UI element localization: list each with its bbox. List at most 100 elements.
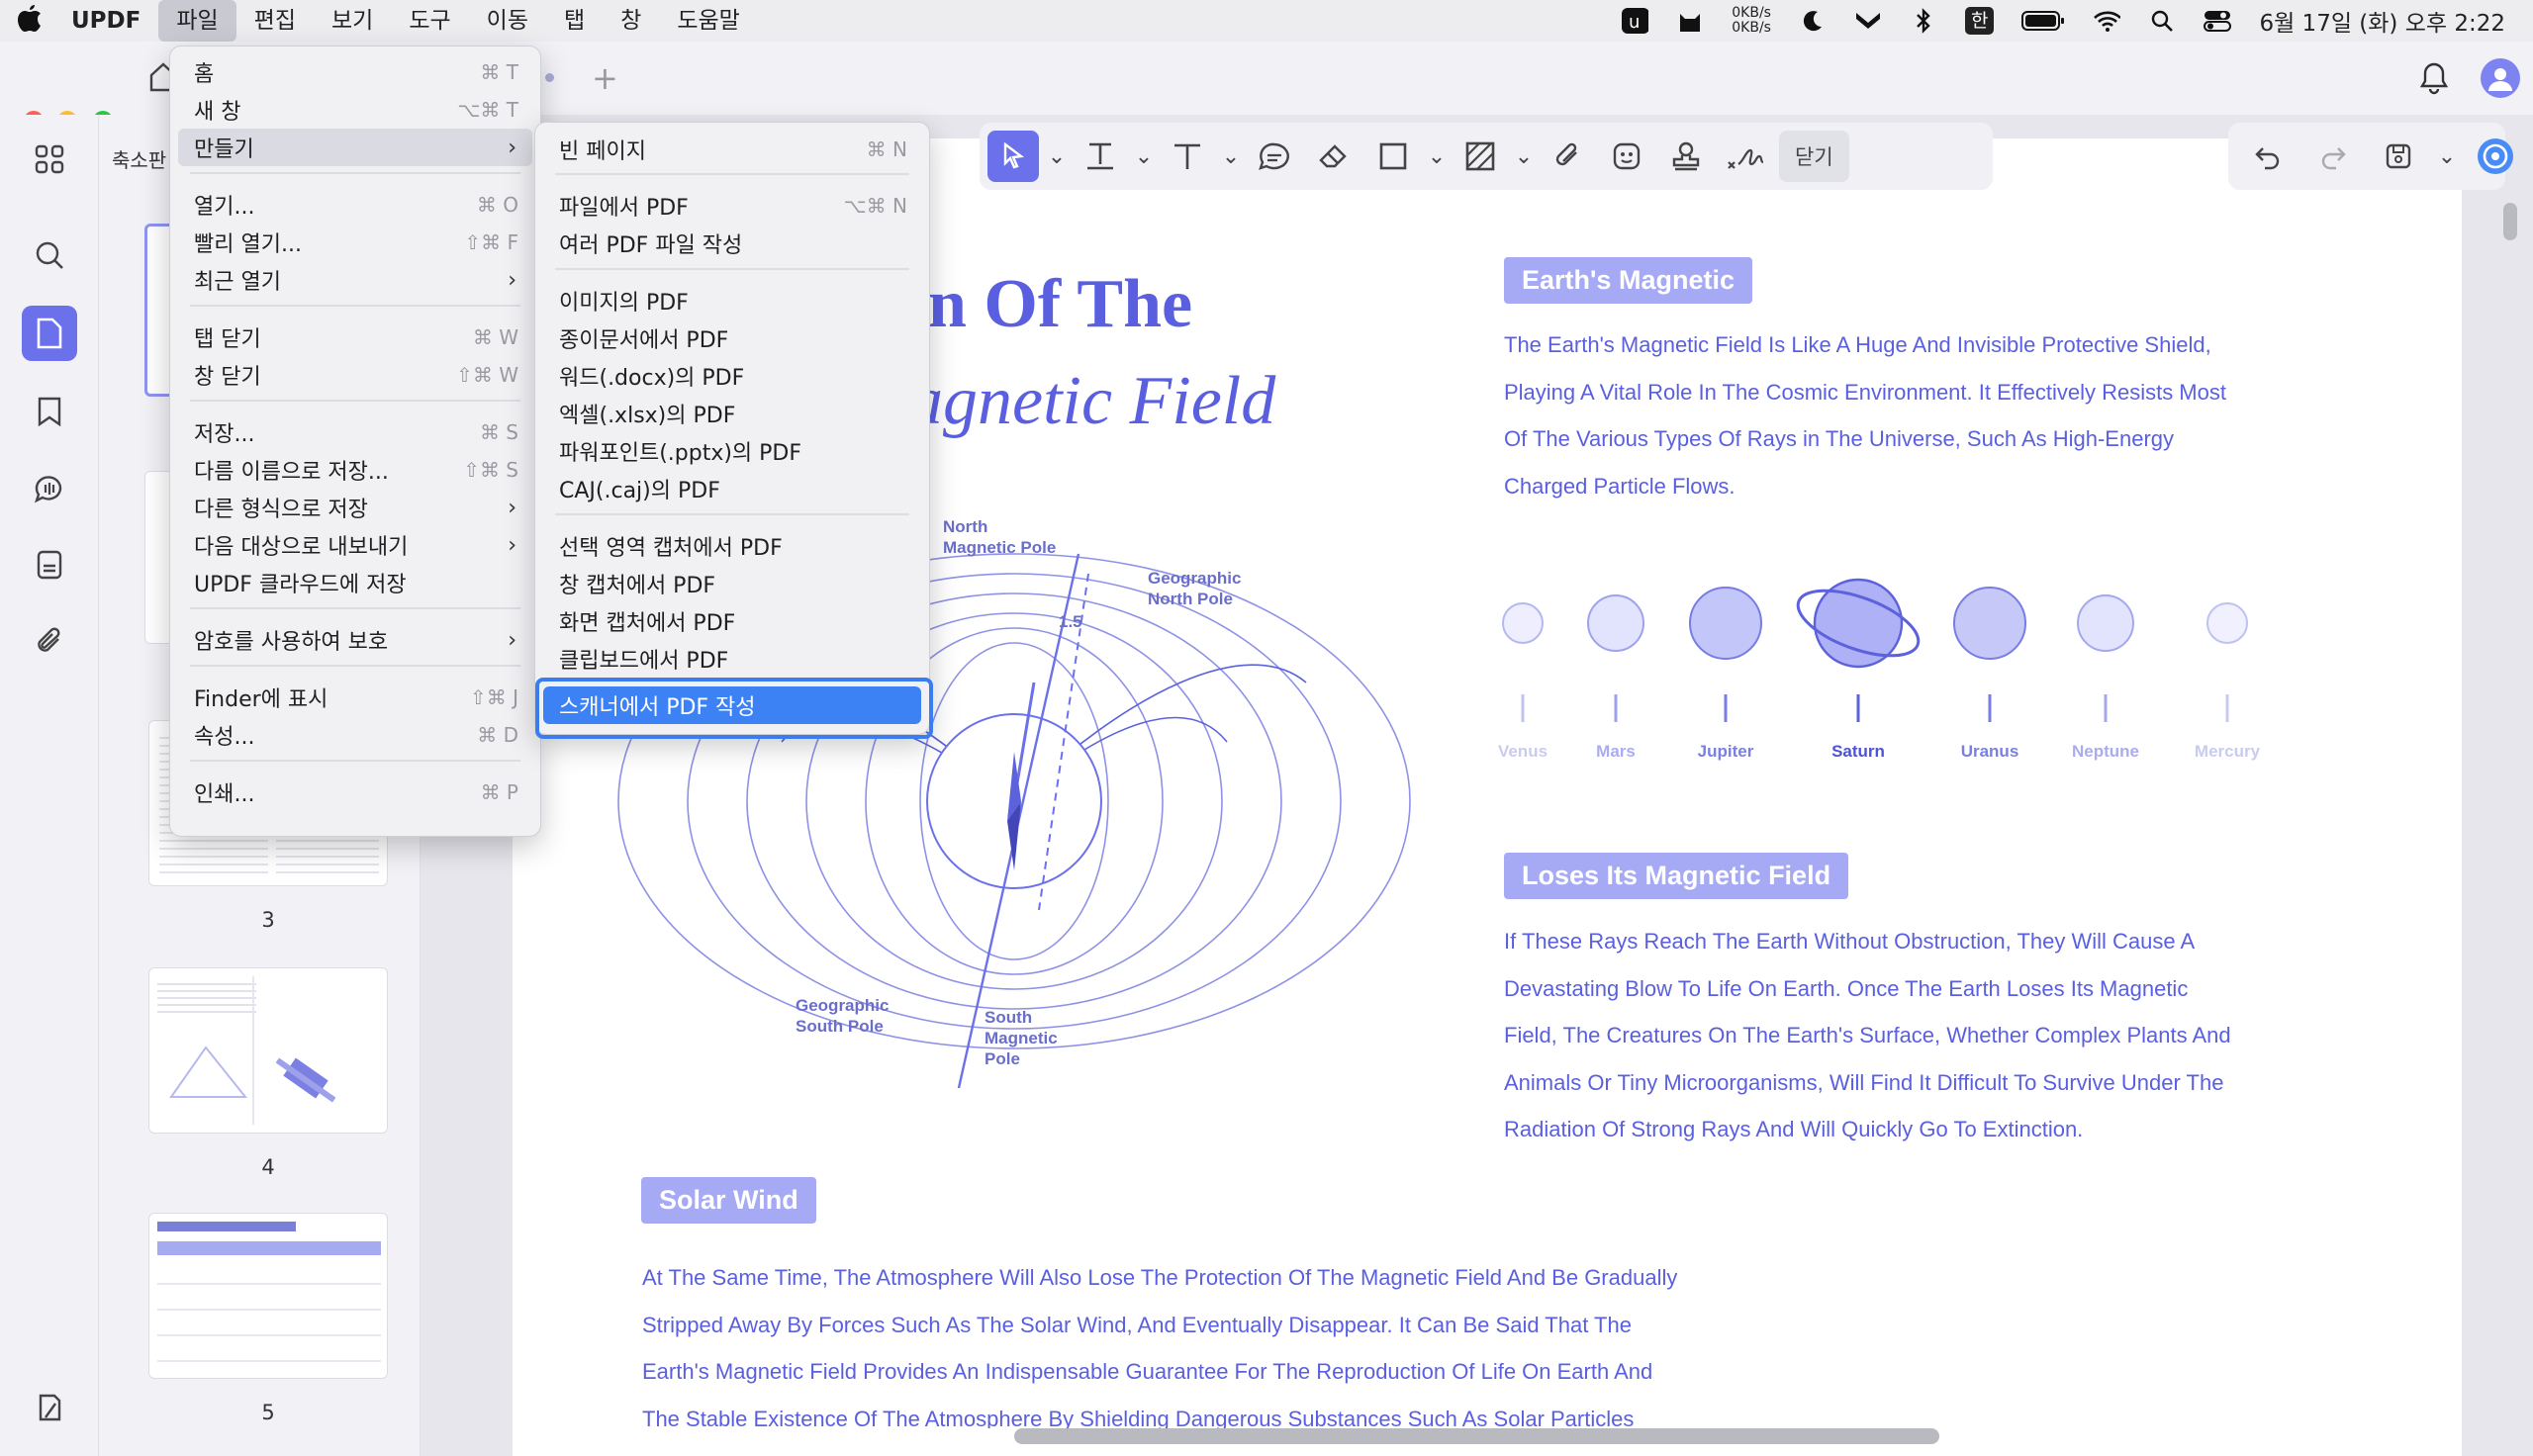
updf-status-icon[interactable]: u — [1621, 8, 1649, 34]
undo-icon[interactable] — [2242, 131, 2294, 182]
menu-item-export-to[interactable]: 다음 대상으로 내보내기 › — [178, 526, 532, 564]
close-toolbar-button[interactable]: 닫기 — [1779, 131, 1849, 182]
menu-item-pdf-from-word[interactable]: 워드(.docx)의 PDF — [543, 357, 921, 395]
ai-assistant-icon[interactable] — [2470, 131, 2521, 182]
vertical-scrollbar[interactable] — [2503, 203, 2517, 240]
selection-focus-ring — [535, 678, 933, 739]
redo-icon[interactable] — [2307, 131, 2359, 182]
grid-view-icon[interactable] — [28, 137, 71, 181]
menu-item-quick-open[interactable]: 빨리 열기... ⇧⌘ F — [178, 224, 532, 261]
document-edit-icon[interactable] — [22, 306, 77, 361]
thumbnail-number: 5 — [261, 1401, 275, 1424]
chevron-down-icon[interactable]: ⌄ — [2438, 131, 2456, 182]
menu-help[interactable]: 도움말 — [659, 0, 757, 42]
ai-chat-icon[interactable] — [28, 467, 71, 510]
menu-item-open-recent[interactable]: 최근 열기 › — [178, 261, 532, 299]
menu-item-pdf-from-caj[interactable]: CAJ(.caj)의 PDF — [543, 470, 921, 507]
menu-item-save-as-other-format[interactable]: 다른 형식으로 저장 › — [178, 489, 532, 526]
menu-item-create[interactable]: 만들기 › — [178, 129, 532, 166]
chevron-right-icon: › — [508, 532, 516, 558]
moon-icon[interactable] — [1799, 9, 1827, 33]
menu-window[interactable]: 창 — [603, 0, 659, 42]
tray-icon[interactable] — [1854, 9, 1882, 33]
menu-tab[interactable]: 탭 — [546, 0, 603, 42]
chevron-down-icon[interactable]: ⌄ — [1221, 131, 1241, 182]
menu-item-properties[interactable]: 속성... ⌘ D — [178, 716, 532, 754]
menu-item-close-tab[interactable]: 탭 닫기 ⌘ W — [178, 318, 532, 356]
rectangle-tool-button[interactable] — [1367, 131, 1419, 182]
chevron-down-icon[interactable]: ⌄ — [1047, 131, 1067, 182]
attachment-icon[interactable] — [28, 619, 71, 663]
menubar-clock[interactable]: 6월 17일 (화) 오후 2:22 — [2259, 4, 2505, 38]
page-title-line-1: n Of The — [928, 266, 1193, 342]
menu-item-pdf-from-window-capture[interactable]: 창 캡처에서 PDF — [543, 565, 921, 602]
search-icon[interactable] — [2148, 9, 2176, 33]
chevron-down-icon[interactable]: ⌄ — [1427, 131, 1447, 182]
bluetooth-icon[interactable] — [1910, 8, 1937, 34]
menu-go[interactable]: 이동 — [469, 0, 546, 42]
menu-item-show-in-finder[interactable]: Finder에 표시 ⇧⌘ J — [178, 679, 532, 716]
stamp-pages-icon[interactable] — [28, 543, 71, 587]
search-icon[interactable] — [28, 233, 71, 277]
signature-tool-button[interactable] — [1720, 131, 1771, 182]
section-paragraph-1: The Earth's Magnetic Field Is Like A Hug… — [1504, 332, 2226, 499]
menu-item-print[interactable]: 인쇄... ⌘ P — [178, 774, 532, 811]
menu-item-pdf-from-screen-capture[interactable]: 화면 캡처에서 PDF — [543, 602, 921, 640]
notification-bell-icon[interactable] — [2418, 61, 2450, 99]
apple-menu-icon[interactable] — [0, 3, 59, 40]
tab-indicator-dot — [545, 73, 554, 82]
menu-item-open[interactable]: 열기... ⌘ O — [178, 186, 532, 224]
menu-item-close-window[interactable]: 창 닫기 ⇧⌘ W — [178, 356, 532, 394]
text-highlight-tool-button[interactable] — [1075, 131, 1126, 182]
menu-view[interactable]: 보기 — [314, 0, 391, 42]
battery-icon[interactable] — [2021, 9, 2065, 33]
menu-item-pdf-from-clipboard[interactable]: 클립보드에서 PDF — [543, 640, 921, 678]
menu-item-pdf-from-powerpoint[interactable]: 파워포인트(.pptx)의 PDF — [543, 432, 921, 470]
menu-tools[interactable]: 도구 — [391, 0, 468, 42]
diagram-label-south-magnetic-pole: South Magnetic Pole — [985, 1008, 1058, 1068]
menu-item-pdf-from-file[interactable]: 파일에서 PDF ⌥⌘ N — [543, 187, 921, 225]
history-toolbar: ⌄ — [2228, 123, 2513, 190]
user-avatar[interactable] — [2481, 58, 2520, 98]
planet-neptune — [2077, 594, 2134, 722]
menu-item-create-multiple-pdfs[interactable]: 여러 PDF 파일 작성 — [543, 225, 921, 262]
thumbnail-page-5[interactable] — [148, 1213, 388, 1379]
chevron-down-icon[interactable]: ⌄ — [1134, 131, 1154, 182]
thumbnail-page-4[interactable] — [148, 967, 388, 1134]
menu-item-new-window[interactable]: 새 창 ⌥⌘ T — [178, 91, 532, 129]
new-tab-button[interactable]: + — [592, 59, 618, 97]
input-source-indicator[interactable]: 한 — [1964, 7, 1995, 35]
cat-status-icon[interactable] — [1676, 9, 1704, 33]
menu-item-pdf-from-selection-capture[interactable]: 선택 영역 캡처에서 PDF — [543, 527, 921, 565]
bookmark-icon[interactable] — [28, 390, 71, 433]
menu-item-blank-page[interactable]: 빈 페이지 ⌘ N — [543, 131, 921, 168]
planet-label-mercury: Mercury — [2194, 742, 2261, 761]
menu-item-home[interactable]: 홈 ⌘ T — [178, 53, 532, 91]
control-center-icon[interactable] — [2204, 9, 2232, 33]
sticker-tool-button[interactable] — [1601, 131, 1652, 182]
text-tool-button[interactable] — [1162, 131, 1213, 182]
stamp-tool-button[interactable] — [1660, 131, 1712, 182]
menu-item-protect-with-password[interactable]: 암호를 사용하여 보호 › — [178, 621, 532, 659]
section-paragraph-3: At The Same Time, The Atmosphere Will Al… — [642, 1265, 1678, 1428]
menu-file[interactable]: 파일 — [158, 0, 236, 42]
menu-item-pdf-from-image[interactable]: 이미지의 PDF — [543, 282, 921, 319]
wifi-icon[interactable] — [2093, 9, 2121, 33]
select-tool-button[interactable] — [987, 131, 1039, 182]
attachment-tool-button[interactable] — [1542, 131, 1593, 182]
menu-edit[interactable]: 편집 — [236, 0, 314, 42]
horizontal-scrollbar[interactable] — [1014, 1428, 1939, 1444]
area-hatch-tool-button[interactable] — [1454, 131, 1506, 182]
app-name-menu[interactable]: UPDF — [59, 8, 158, 34]
menu-item-pdf-from-paper[interactable]: 종이문서에서 PDF — [543, 319, 921, 357]
menu-item-save-to-cloud[interactable]: UPDF 클라우드에 저장 — [178, 564, 532, 601]
save-icon[interactable] — [2373, 131, 2424, 182]
menu-item-save-as[interactable]: 다름 이름으로 저장... ⇧⌘ S — [178, 451, 532, 489]
chevron-down-icon[interactable]: ⌄ — [1514, 131, 1534, 182]
comment-tool-button[interactable] — [1249, 131, 1300, 182]
layers-icon[interactable] — [28, 1386, 71, 1429]
planet-row-illustration — [1502, 578, 2248, 722]
menu-item-pdf-from-excel[interactable]: 엑셀(.xlsx)의 PDF — [543, 395, 921, 432]
menu-item-save[interactable]: 저장... ⌘ S — [178, 413, 532, 451]
eraser-tool-button[interactable] — [1308, 131, 1360, 182]
